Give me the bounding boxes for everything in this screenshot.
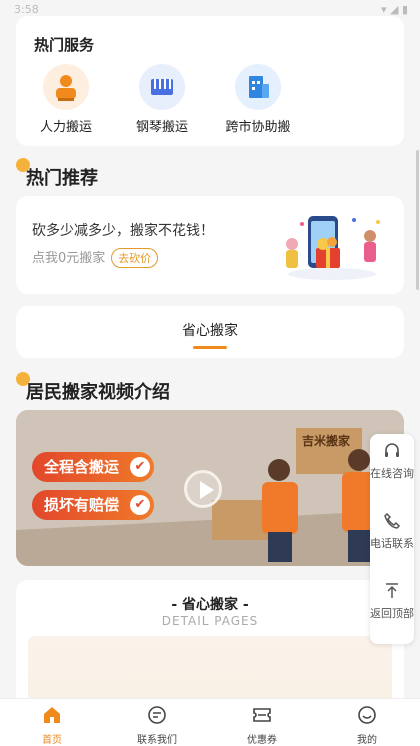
chat-icon: [148, 706, 166, 724]
back-to-top-button[interactable]: 返回顶部: [370, 582, 414, 621]
bargain-button[interactable]: 去砍价: [111, 248, 159, 268]
check-icon: ✔: [130, 495, 150, 515]
detail-pages-card: - 省心搬家 - DETAIL PAGES: [16, 580, 404, 716]
service-manpower-moving[interactable]: 人力搬运: [18, 64, 114, 135]
service-piano-moving[interactable]: 钢琴搬运: [114, 64, 210, 135]
building-icon: [235, 64, 281, 110]
service-cross-city-moving[interactable]: 跨市协助搬: [210, 64, 306, 135]
detail-subtitle: DETAIL PAGES: [161, 614, 259, 628]
promo-subline-text: 点我0元搬家: [32, 251, 106, 266]
badge-damage-compensation: 损坏有赔偿 ✔: [32, 490, 154, 520]
check-icon: ✔: [130, 457, 150, 477]
bargain-promo-card[interactable]: 砍多少减多少，搬家不花钱！ 点我0元搬家 去砍价: [16, 196, 404, 294]
online-consult-label: 在线咨询: [370, 467, 414, 480]
tab-coupons-label: 优惠券: [247, 735, 277, 746]
service-label: 钢琴搬运: [135, 120, 188, 135]
mover-person-icon: [43, 64, 89, 110]
hot-services-card: 热门服务 人力搬运 钢琴搬运 跨市协助搬: [16, 16, 404, 146]
tab-coupons[interactable]: 优惠券: [232, 705, 292, 746]
promo-headline: 砍多少减多少，搬家不花钱！: [32, 223, 214, 239]
phone-gift-illustration: [286, 216, 380, 280]
promo-subline: 点我0元搬家 去砍价: [32, 247, 159, 268]
status-icons: ▾ ◢ ▮: [380, 3, 408, 16]
badge-full-moving-text: 全程含搬运: [44, 458, 120, 476]
arrow-up-icon: [386, 583, 398, 598]
online-consult-button[interactable]: 在线咨询: [370, 442, 414, 481]
scrollbar[interactable]: [416, 150, 419, 290]
tab-contact-label: 联系我们: [137, 735, 177, 746]
tab-profile-label: 我的: [357, 735, 377, 746]
coupon-icon: [253, 708, 271, 722]
service-label: 人力搬运: [39, 120, 92, 135]
headset-icon: [385, 443, 399, 457]
badge-damage-text: 损坏有赔偿: [44, 496, 120, 514]
tab-contact-us[interactable]: 联系我们: [127, 705, 187, 746]
easy-moving-tab-card[interactable]: 省心搬家: [16, 306, 404, 358]
service-label: 跨市协助搬: [225, 120, 291, 135]
piano-icon: [139, 64, 185, 110]
badge-full-moving: 全程含搬运 ✔: [32, 452, 154, 482]
tab-home[interactable]: 首页: [22, 705, 82, 746]
play-icon[interactable]: [184, 470, 222, 508]
tab-profile[interactable]: 我的: [337, 705, 397, 746]
back-to-top-label: 返回顶部: [370, 607, 414, 620]
detail-title: - 省心搬家 -: [171, 597, 249, 613]
tab-underline: [193, 346, 227, 349]
phone-contact-button[interactable]: 电话联系: [370, 512, 414, 551]
tab-home-label: 首页: [42, 735, 62, 746]
box-logo-text: 吉米搬家: [302, 434, 351, 448]
home-icon: [44, 707, 60, 723]
easy-moving-tab-label: 省心搬家: [182, 323, 238, 339]
moving-video-player[interactable]: 吉米搬家 全程含搬运 ✔ 损坏有赔偿 ✔: [16, 410, 404, 566]
phone-contact-label: 电话联系: [370, 537, 414, 550]
floating-contact-bar: 在线咨询 电话联系 返回顶部: [370, 434, 414, 644]
phone-icon: [384, 512, 401, 529]
recommend-title: 热门推荐: [26, 168, 98, 189]
bottom-tab-bar: 首页 联系我们 优惠券 我的: [0, 698, 420, 746]
profile-icon: [358, 706, 376, 724]
status-time: 3:58: [14, 3, 39, 16]
hot-services-title: 热门服务: [34, 36, 95, 54]
video-section-title: 居民搬家视频介绍: [26, 382, 170, 403]
